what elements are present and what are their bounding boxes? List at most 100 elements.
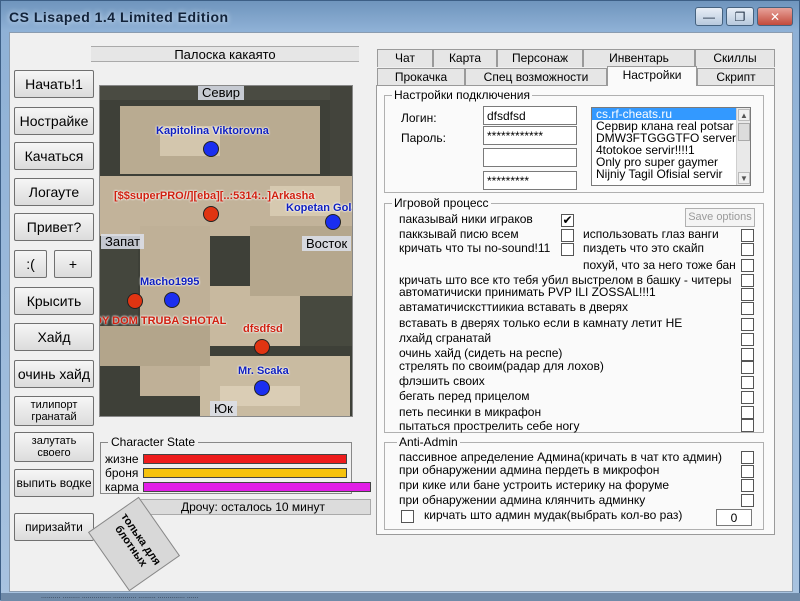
health-label: жизне: [105, 452, 139, 466]
scroll-up-icon[interactable]: ▲: [738, 109, 750, 121]
extra-password-input[interactable]: [483, 171, 577, 190]
tab-script[interactable]: Скрипт: [697, 68, 775, 86]
anti-admin-legend: Anti-Admin: [397, 435, 460, 449]
option-checkbox[interactable]: [741, 348, 754, 361]
player-marker[interactable]: [254, 339, 270, 355]
settings-button[interactable]: Нострайке: [14, 107, 94, 135]
option-checkbox[interactable]: [561, 243, 574, 256]
option-label: стрелять по своим(радар для лохов): [399, 359, 604, 373]
anti-admin-checkbox[interactable]: [741, 451, 754, 464]
tab-map[interactable]: Карта: [433, 49, 497, 67]
logout-button[interactable]: Логауте: [14, 178, 94, 206]
option-checkbox[interactable]: [741, 333, 754, 346]
password-label: Пароль:: [401, 131, 446, 145]
player-marker[interactable]: [325, 214, 341, 230]
status-text: Дрочу: осталось 10 минут: [135, 499, 371, 515]
save-options-button[interactable]: Save options: [685, 208, 755, 227]
teleport-grenade-button[interactable]: тилипорт гранатай: [14, 396, 94, 426]
count-input[interactable]: [716, 509, 752, 526]
anti-admin-option-label: пассивное апределение Админа(кричать в ч…: [399, 450, 722, 464]
anti-admin-option-label: при обнаружении админа пердеть в микрофо…: [399, 463, 660, 477]
anti-admin-checkbox[interactable]: [741, 479, 754, 492]
pump-button[interactable]: Качаться: [14, 142, 94, 170]
option-label: автаматичисксттиикиа вставать в дверях: [399, 300, 629, 314]
tab-skills[interactable]: Скиллы: [695, 49, 775, 67]
player-marker[interactable]: [127, 293, 143, 309]
extra-input[interactable]: [483, 148, 577, 167]
tab-special-abilities[interactable]: Спец возможности: [465, 68, 607, 86]
player-marker[interactable]: [203, 141, 219, 157]
map-west-label: Запат: [101, 234, 145, 249]
minimize-button[interactable]: —: [695, 7, 723, 26]
login-input[interactable]: [483, 106, 577, 125]
option-checkbox[interactable]: [741, 274, 754, 287]
hide-button[interactable]: Хайд: [14, 323, 94, 351]
scroll-down-icon[interactable]: ▼: [738, 172, 750, 184]
option-label: пытаться прострелить себе ногу: [399, 419, 580, 433]
tab-leveling[interactable]: Прокачка: [377, 68, 465, 86]
plus-button[interactable]: +: [54, 250, 92, 278]
player-marker[interactable]: [254, 380, 270, 396]
option-checkbox[interactable]: [741, 259, 754, 272]
character-state-title: Character State: [108, 435, 199, 449]
tab-settings[interactable]: Настройки: [607, 66, 697, 86]
tab-chat[interactable]: Чат: [377, 49, 433, 67]
option-checkbox[interactable]: [741, 302, 754, 315]
map-north-label: Севир: [198, 86, 245, 100]
map-east-label: Восток: [302, 236, 352, 251]
option-checkbox[interactable]: [741, 419, 754, 432]
option-checkbox[interactable]: [741, 376, 754, 389]
maximize-button[interactable]: ❐: [726, 7, 754, 26]
player-name: DY DOM TRUBA SHOTAL: [99, 315, 227, 327]
armor-bar: [143, 468, 347, 478]
option-checkbox[interactable]: [741, 406, 754, 419]
anti-admin-checkbox[interactable]: [741, 494, 754, 507]
player-marker[interactable]: [164, 292, 180, 308]
anti-admin-option-label: при обнаружении админа клянчить админку: [399, 493, 646, 507]
option-checkbox[interactable]: ✔: [561, 214, 574, 227]
server-item[interactable]: Nijniy Tagil Ofisial servir: [592, 168, 750, 180]
krysit-button[interactable]: Крысить: [14, 287, 94, 315]
anti-admin-option-label: кирчать што админ мудак(выбрать кол-во р…: [424, 508, 683, 522]
option-label: лхайд сгранатай: [399, 331, 492, 345]
armor-label: броня: [105, 466, 139, 480]
option-label: пиздеть что это скайп: [583, 241, 705, 255]
radar-map[interactable]: Севир Запат Восток Юк Kapitolina Viktoro…: [99, 85, 353, 417]
player-name: Kopetan Golak: [286, 202, 352, 214]
player-marker[interactable]: [203, 206, 219, 222]
option-checkbox[interactable]: [741, 318, 754, 331]
very-hide-button[interactable]: очинь хайд: [14, 360, 94, 388]
map-south-label: Юк: [210, 401, 237, 416]
tab-inventory[interactable]: Инвентарь: [583, 49, 695, 67]
loot-teammate-button[interactable]: залутать своего: [14, 432, 94, 462]
server-list-scrollbar[interactable]: ▲ ▼: [736, 108, 750, 185]
pirizaiti-button[interactable]: пиризайти: [14, 513, 94, 541]
anti-admin-checkbox[interactable]: [741, 465, 754, 478]
option-label: кричать что ты no-sound!11: [399, 241, 551, 255]
tab-character[interactable]: Персонаж: [497, 49, 583, 67]
scroll-thumb[interactable]: [738, 123, 750, 141]
window-title: CS Lisaped 1.4 Limited Edition: [9, 9, 229, 25]
close-button[interactable]: ✕: [757, 7, 793, 26]
server-list[interactable]: cs.rf-cheats.ru Сервир клана real potsar…: [591, 107, 751, 186]
map-header: Палоска какаято: [91, 46, 359, 62]
health-bar: [143, 454, 347, 464]
option-checkbox[interactable]: [741, 361, 754, 374]
option-label: похуй, что за него тоже бан: [583, 258, 736, 272]
title-bar[interactable]: CS Lisaped 1.4 Limited Edition — ❐ ✕: [1, 1, 800, 33]
anti-admin-checkbox[interactable]: [401, 510, 414, 523]
sad-button[interactable]: :(: [14, 250, 47, 278]
hello-button[interactable]: Привет?: [14, 213, 94, 241]
option-checkbox[interactable]: [741, 229, 754, 242]
password-input[interactable]: [483, 126, 577, 145]
player-name: [$$superPRO//][eba][..:5314:..]Arkasha: [114, 190, 315, 202]
main-window: CS Lisaped 1.4 Limited Edition — ❐ ✕ Нач…: [0, 0, 800, 601]
option-label: паккзывай писю всем: [399, 227, 519, 241]
drink-vodka-button[interactable]: выпить водке: [14, 469, 94, 497]
option-label: флэшить своих: [399, 374, 485, 388]
option-checkbox[interactable]: [741, 288, 754, 301]
start-button[interactable]: Начать!1: [14, 70, 94, 98]
option-checkbox[interactable]: [741, 391, 754, 404]
option-checkbox[interactable]: [741, 243, 754, 256]
option-checkbox[interactable]: [561, 229, 574, 242]
